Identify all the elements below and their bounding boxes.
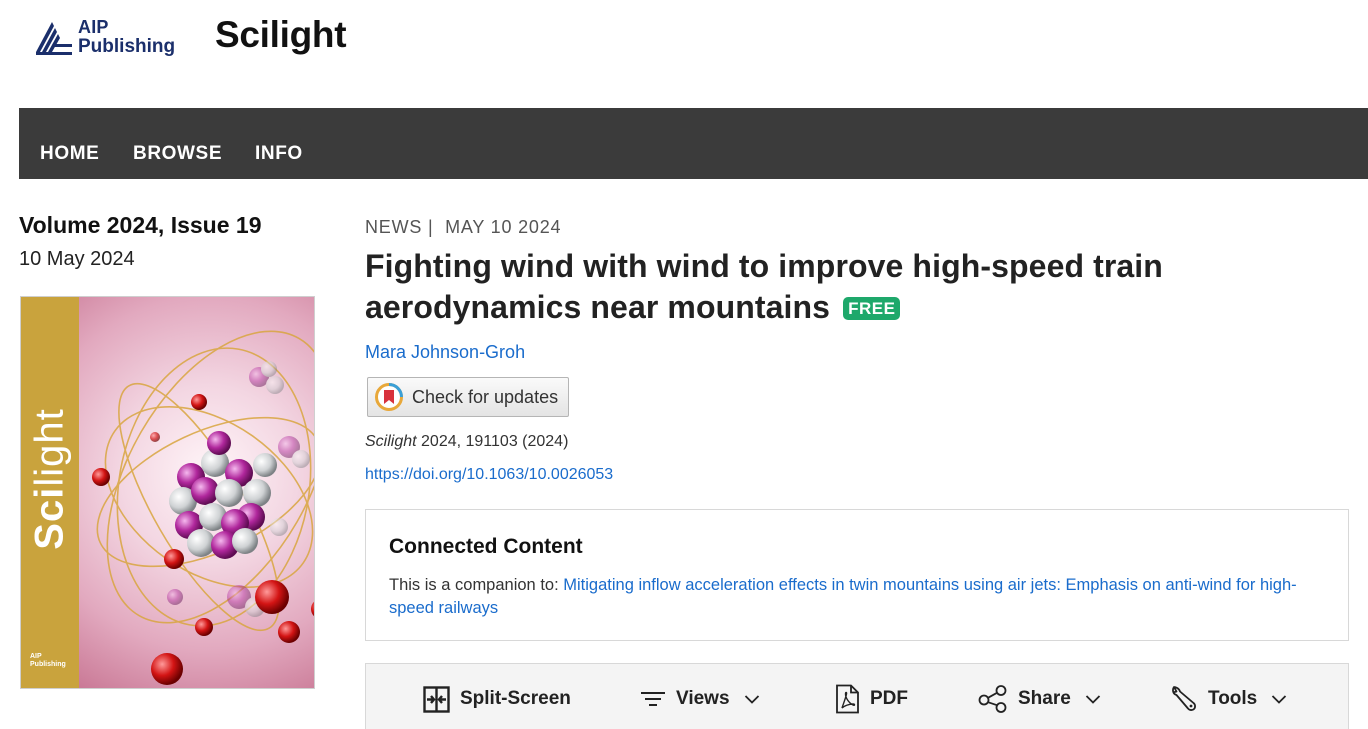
aip-logo-line1: AIP <box>78 17 109 37</box>
cover-mini-logo-line2: Publishing <box>30 661 66 668</box>
share-label: Share <box>1018 688 1071 709</box>
nav-item-home[interactable]: HOME <box>40 143 99 165</box>
cover-title-bold: Sci <box>27 486 72 550</box>
cover-band: Scilight AIP Publishing <box>21 297 79 688</box>
article-meta: NEWS | MAY 10 2024 <box>365 217 561 238</box>
article-toolbar: Split-Screen Views PDF Share Tools <box>365 663 1349 729</box>
nav-item-info[interactable]: INFO <box>255 143 303 165</box>
meta-separator: | <box>428 217 434 237</box>
aip-logo-text: AIP Publishing <box>78 17 176 57</box>
pdf-button[interactable]: PDF <box>835 684 908 714</box>
split-screen-icon <box>423 685 450 713</box>
split-screen-button[interactable]: Split-Screen <box>423 684 571 714</box>
crossmark-icon <box>375 383 403 411</box>
cover-mini-logo: AIP Publishing <box>30 653 66 669</box>
tools-dropdown[interactable]: Tools <box>1170 684 1287 714</box>
citation-journal: Scilight <box>365 433 417 450</box>
author-link[interactable]: Mara Johnson-Groh <box>365 342 525 363</box>
connected-content-text: This is a companion to: Mitigating inflo… <box>389 574 1329 620</box>
chevron-down-icon <box>1085 695 1100 704</box>
chevron-down-icon <box>744 695 759 704</box>
connected-content-heading: Connected Content <box>389 535 583 558</box>
share-icon <box>978 685 1007 713</box>
pdf-icon <box>836 684 859 714</box>
article-date: MAY 10 2024 <box>445 217 562 237</box>
doi-link[interactable]: https://doi.org/10.1063/10.0026053 <box>365 466 613 484</box>
cover-artwork <box>79 297 314 688</box>
pdf-label: PDF <box>870 688 908 709</box>
check-for-updates-label: Check for updates <box>412 386 559 407</box>
main-nav: HOME BROWSE INFO <box>19 108 1368 179</box>
split-screen-label: Split-Screen <box>460 688 571 709</box>
aip-logo-line2: Publishing <box>78 36 176 57</box>
free-badge: FREE <box>843 297 901 320</box>
connected-content-box: Connected Content This is a companion to… <box>365 509 1349 641</box>
site-header: AIP Publishing Scilight <box>0 0 1368 108</box>
views-dropdown[interactable]: Views <box>640 684 760 714</box>
tools-wrench-icon <box>1172 686 1196 711</box>
views-label: Views <box>676 688 730 709</box>
share-dropdown[interactable]: Share <box>978 684 1101 714</box>
cover-mini-logo-line1: AIP <box>30 653 42 660</box>
aip-publishing-logo[interactable]: AIP Publishing <box>34 18 175 56</box>
cover-title-light: light <box>27 408 72 487</box>
chevron-down-icon <box>1272 695 1287 704</box>
nav-item-browse[interactable]: BROWSE <box>133 143 222 165</box>
citation-details: 2024, 191103 (2024) <box>416 433 569 450</box>
citation: Scilight 2024, 191103 (2024) <box>365 433 568 451</box>
check-for-updates-button[interactable]: Check for updates <box>367 377 569 417</box>
tools-label: Tools <box>1208 688 1258 709</box>
aip-logo-icon <box>36 22 72 55</box>
site-title[interactable]: Scilight <box>215 14 347 56</box>
views-lines-icon <box>641 692 665 706</box>
article-title-text: Fighting wind with wind to improve high-… <box>365 248 1163 325</box>
article-section: NEWS <box>365 217 423 237</box>
issue-cover-image[interactable]: Scilight AIP Publishing <box>20 296 315 689</box>
cover-band-title: Scilight <box>28 408 73 549</box>
issue-date: 10 May 2024 <box>19 248 135 270</box>
issue-title[interactable]: Volume 2024, Issue 19 <box>19 212 262 239</box>
companion-prefix: This is a companion to: <box>389 576 564 594</box>
article-title: Fighting wind with wind to improve high-… <box>365 246 1325 328</box>
